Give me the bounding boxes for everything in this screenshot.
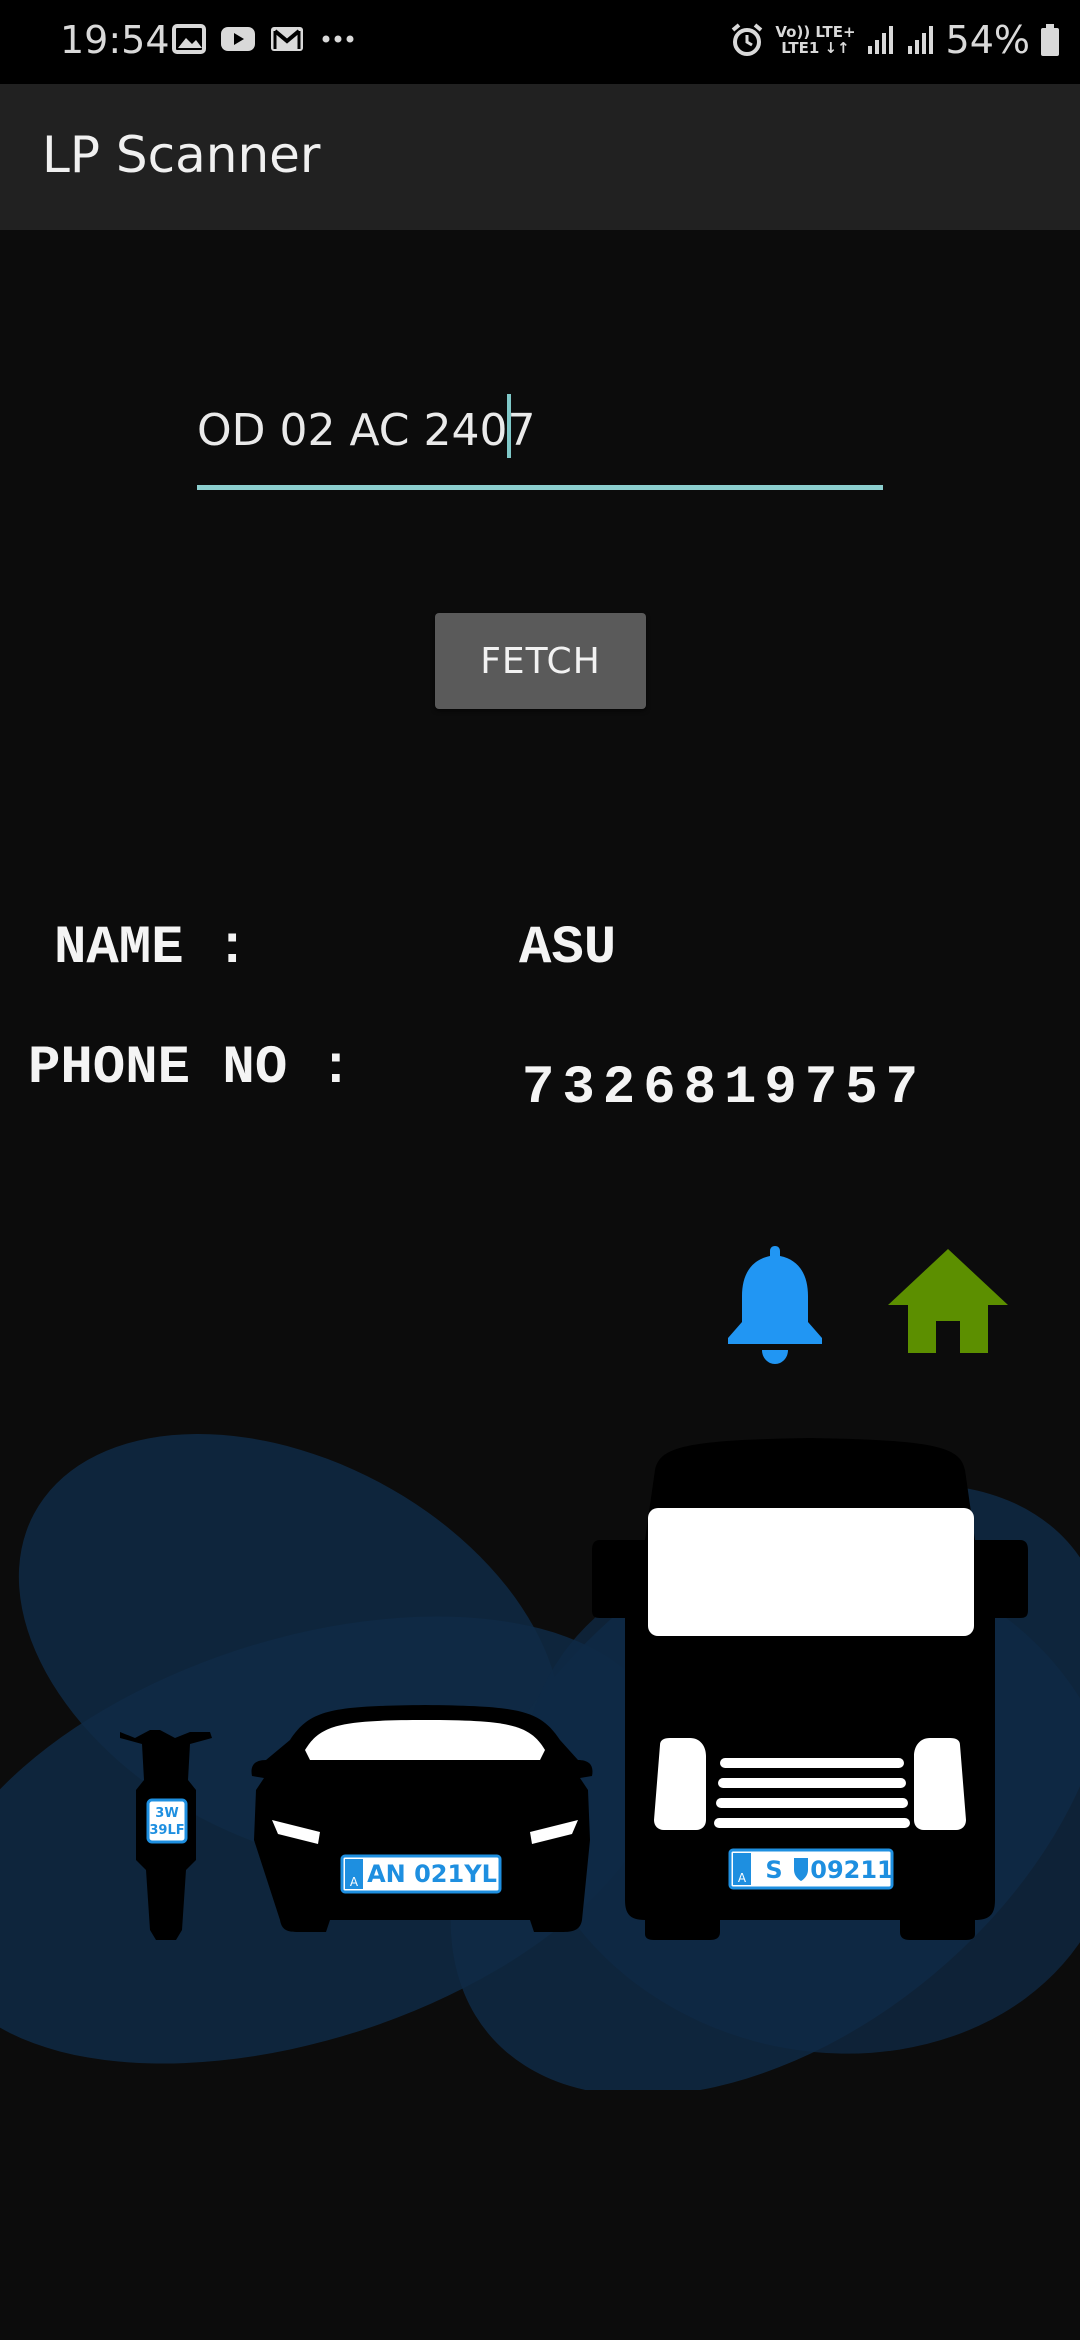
fetch-button[interactable]: FETCH <box>435 613 646 709</box>
vehicles-illustration: 3W 39LF A AN 021YL A S 09211 <box>0 1433 1080 2090</box>
car-graphic: A AN 021YL <box>251 1705 593 1932</box>
notification-icons <box>172 24 358 54</box>
more-dots-icon <box>322 35 354 43</box>
truck-graphic: A S 09211 <box>592 1438 1028 1940</box>
plate-input-container <box>197 380 883 492</box>
name-label: NAME : <box>54 918 249 979</box>
battery-icon <box>1041 24 1059 56</box>
bike-plate-line-1: 3W <box>155 1806 178 1821</box>
gallery-icon <box>172 24 206 54</box>
screen: 19:54 Vo)) LTE+ LTE1 ↓↑ 54% LP Scanner O… <box>0 0 1080 2340</box>
input-underline <box>197 485 883 490</box>
phone-label: PHONE NO : <box>28 1038 353 1099</box>
network-line-1: Vo)) LTE+ <box>775 23 856 41</box>
signal-icon <box>867 26 893 54</box>
gmail-icon <box>271 27 303 51</box>
plate-number-input[interactable] <box>197 390 883 470</box>
signal-icon-2 <box>907 26 933 54</box>
network-type: Vo)) LTE+ LTE1 ↓↑ <box>775 24 855 56</box>
network-line-2: LTE1 ↓↑ <box>781 39 850 57</box>
alarm-icon <box>732 23 763 56</box>
system-icons: Vo)) LTE+ LTE1 ↓↑ 54% <box>729 18 1060 62</box>
battery-percent: 54% <box>945 18 1030 62</box>
car-plate-text: AN 021YL <box>367 1860 497 1888</box>
app-bar: LP Scanner <box>0 84 1080 230</box>
name-value: ASU <box>519 918 617 979</box>
text-cursor <box>507 394 511 458</box>
phone-value: 7326819757 <box>522 1058 927 1119</box>
app-title: LP Scanner <box>42 126 321 184</box>
status-bar: 19:54 Vo)) LTE+ LTE1 ↓↑ 54% <box>0 0 1080 84</box>
truck-plate-letter: S <box>765 1856 782 1884</box>
status-time: 19:54 <box>60 18 170 62</box>
bike-plate-line-2: 39LF <box>149 1823 184 1838</box>
truck-plate-number: 09211 <box>810 1856 894 1884</box>
youtube-icon <box>221 27 255 51</box>
car-plate-country: A <box>350 1875 359 1889</box>
truck-plate-country: A <box>738 1871 747 1885</box>
